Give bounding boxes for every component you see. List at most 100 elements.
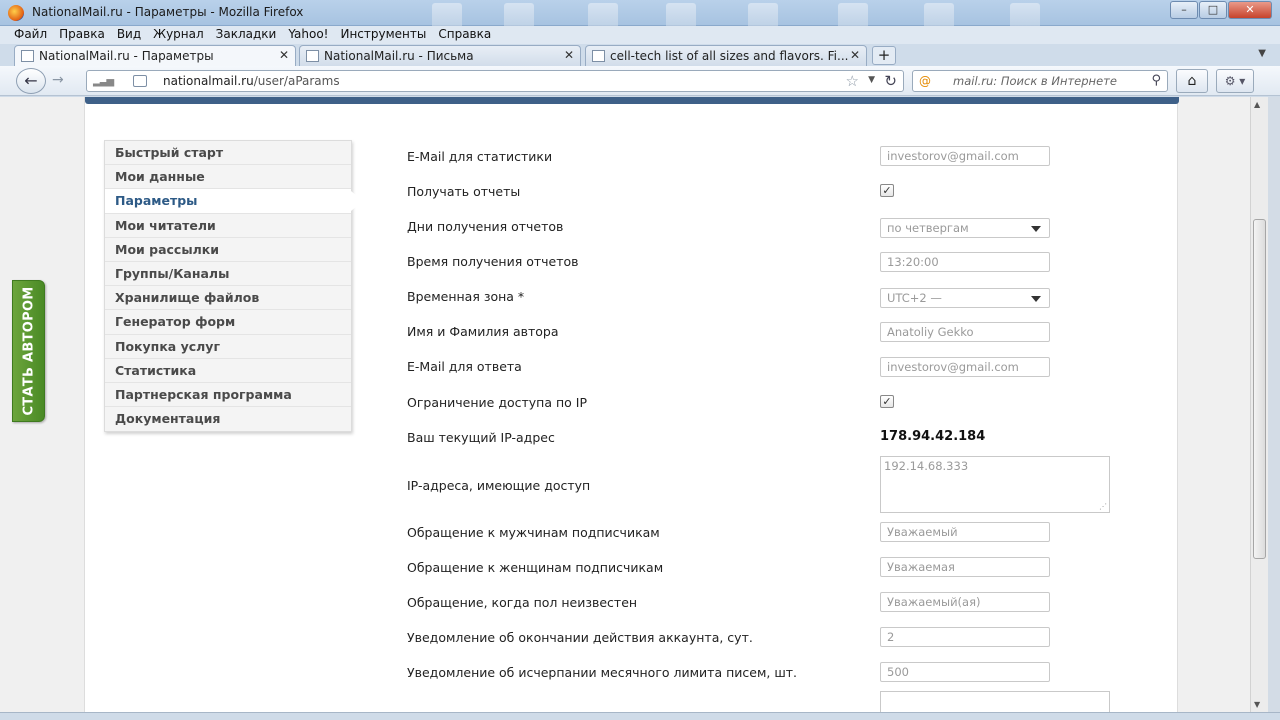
menu-yahoo[interactable]: Yahoo! (282, 26, 334, 44)
signal-icon: ▂▃▅ (93, 76, 114, 87)
become-author-label: СТАТЬ АВТОРОМ (21, 286, 36, 416)
navigation-toolbar: ← → ▂▃▅ nationalmail.ru/user/aParams ☆ ▼… (0, 66, 1280, 96)
back-button[interactable]: ← (16, 68, 46, 94)
menu-item-my-mailings[interactable]: Мои рассылки (105, 238, 351, 262)
close-tab-icon[interactable]: ✕ (564, 48, 574, 62)
menu-item-groups-channels[interactable]: Группы/Каналы (105, 262, 351, 287)
account-expiry-field[interactable]: 2 (880, 627, 1050, 647)
tab-label: cell-tech list of all sizes and flavors.… (610, 49, 849, 63)
firefox-icon (8, 5, 24, 21)
menu-item-partner-program[interactable]: Партнерская программа (105, 383, 351, 408)
page-scrollbar[interactable]: ▲ ▼ (1250, 97, 1268, 712)
report-time-field[interactable]: 13:20:00 (880, 252, 1050, 272)
menubar: Файл Правка Вид Журнал Закладки Yahoo! И… (0, 26, 1280, 44)
menu-history[interactable]: Журнал (147, 26, 210, 44)
menu-view[interactable]: Вид (111, 26, 147, 44)
report-days-select[interactable]: по четвергам (880, 218, 1050, 238)
tools-button[interactable]: ⚙ ▾ (1216, 69, 1254, 93)
menu-item-parameters[interactable]: Параметры (105, 189, 363, 214)
tab-cell-tech[interactable]: cell-tech list of all sizes and flavors.… (585, 45, 867, 66)
menu-item-file-storage[interactable]: Хранилище файлов (105, 286, 351, 311)
greeting-unknown-label: Обращение, когда пол неизвестен (407, 595, 638, 610)
greeting-female-label: Обращение к женщинам подписчикам (407, 560, 664, 575)
menu-item-documentation[interactable]: Документация (105, 407, 351, 431)
maximize-button[interactable]: □ (1199, 1, 1227, 19)
minimize-button[interactable]: – (1170, 1, 1198, 19)
next-textarea[interactable] (880, 691, 1110, 712)
close-window-button[interactable]: ✕ (1228, 1, 1272, 19)
stats-email-label: E-Mail для статистики (407, 149, 553, 164)
close-tab-icon[interactable]: ✕ (279, 48, 289, 62)
menu-tools[interactable]: Инструменты (334, 26, 432, 44)
address-bar[interactable]: ▂▃▅ nationalmail.ru/user/aParams ☆ ▼ ↻ (86, 70, 904, 92)
report-days-label: Дни получения отчетов (407, 219, 564, 234)
tab-label: NationalMail.ru - Параметры (39, 49, 214, 63)
current-ip-value: 178.94.42.184 (880, 429, 986, 444)
resize-grip-icon[interactable]: ⋰ (1099, 502, 1107, 511)
forward-button[interactable]: → (52, 72, 64, 88)
author-name-label: Имя и Фамилия автора (407, 324, 559, 339)
reply-email-label: E-Mail для ответа (407, 359, 522, 374)
become-author-tab[interactable]: СТАТЬ АВТОРОМ (12, 280, 45, 422)
list-all-tabs-icon[interactable]: ▼ (1258, 48, 1266, 59)
menu-item-statistics[interactable]: Статистика (105, 359, 351, 383)
search-placeholder: mail.ru: Поиск в Интернете (953, 74, 1117, 88)
monthly-limit-field[interactable]: 500 (880, 662, 1050, 682)
reply-email-field[interactable]: investorov@gmail.com (880, 357, 1050, 377)
monthly-limit-label: Уведомление об исчерпании месячного лими… (407, 665, 798, 680)
page-icon (592, 50, 605, 62)
timezone-select[interactable]: UTC+2 — (880, 288, 1050, 308)
page-icon (21, 50, 34, 62)
menu-item-quick-start[interactable]: Быстрый старт (105, 141, 351, 166)
author-name-field[interactable]: Anatoliy Gekko (880, 322, 1050, 342)
greeting-unknown-field[interactable]: Уважаемый(ая) (880, 592, 1050, 612)
receive-reports-checkbox[interactable]: ✓ (880, 184, 894, 197)
current-ip-label: Ваш текущий IP-адрес (407, 430, 555, 445)
scrollbar-thumb[interactable] (1253, 219, 1266, 559)
page-viewport: СТАТЬ АВТОРОМ Быстрый старт Мои данные П… (0, 97, 1250, 712)
search-bar[interactable]: @ mail.ru: Поиск в Интернете ⚲ (912, 70, 1168, 92)
menu-help[interactable]: Справка (432, 26, 497, 44)
new-tab-button[interactable]: + (872, 46, 896, 65)
chevron-down-icon[interactable]: ▼ (868, 75, 875, 85)
stats-email-field[interactable]: investorov@gmail.com (880, 146, 1050, 166)
menu-item-buy-services[interactable]: Покупка услуг (105, 335, 351, 359)
tab-letters[interactable]: NationalMail.ru - Письма ✕ (299, 45, 581, 66)
site-identity-icon[interactable] (133, 75, 147, 87)
scroll-up-icon[interactable]: ▲ (1254, 100, 1260, 109)
ip-restriction-checkbox[interactable]: ✓ (880, 395, 894, 408)
greeting-male-label: Обращение к мужчинам подписчикам (407, 525, 660, 540)
reload-icon[interactable]: ↻ (884, 72, 897, 90)
receive-reports-label: Получать отчеты (407, 184, 521, 199)
account-expiry-label: Уведомление об окончании действия аккаун… (407, 630, 753, 645)
tab-label: NationalMail.ru - Письма (324, 49, 474, 63)
page-header-strip (85, 97, 1179, 104)
report-time-label: Время получения отчетов (407, 254, 579, 269)
menu-item-my-readers[interactable]: Мои читатели (105, 214, 351, 238)
allowed-ips-label: IP-адреса, имеющие доступ (407, 478, 591, 493)
menu-bookmarks[interactable]: Закладки (210, 26, 283, 44)
menu-file[interactable]: Файл (8, 26, 53, 44)
greeting-female-field[interactable]: Уважаемая (880, 557, 1050, 577)
timezone-label: Временная зона * (407, 289, 525, 304)
greeting-male-field[interactable]: Уважаемый (880, 522, 1050, 542)
search-engine-icon[interactable]: @ (919, 74, 931, 88)
status-bar (0, 712, 1280, 720)
menu-item-form-generator[interactable]: Генератор форм (105, 310, 351, 335)
close-tab-icon[interactable]: ✕ (850, 48, 860, 62)
menu-edit[interactable]: Правка (53, 26, 111, 44)
allowed-ips-textarea[interactable]: 192.14.68.333 ⋰ (880, 456, 1110, 513)
ip-restriction-label: Ограничение доступа по IP (407, 395, 587, 410)
menu-item-my-data[interactable]: Мои данные (105, 165, 351, 190)
page-icon (306, 50, 319, 62)
scroll-down-icon[interactable]: ▼ (1254, 700, 1260, 709)
tab-parameters[interactable]: NationalMail.ru - Параметры ✕ (14, 45, 296, 66)
home-button[interactable]: ⌂ (1176, 69, 1208, 93)
search-icon[interactable]: ⚲ (1151, 73, 1161, 88)
url-text[interactable]: nationalmail.ru/user/aParams (163, 74, 340, 88)
window-title: NationalMail.ru - Параметры - Mozilla Fi… (32, 5, 304, 19)
settings-side-menu: Быстрый старт Мои данные Параметры Мои ч… (104, 140, 363, 433)
allowed-ips-value: 192.14.68.333 (884, 459, 969, 473)
bookmark-star-icon[interactable]: ☆ (846, 72, 859, 90)
tabbar: NationalMail.ru - Параметры ✕ NationalMa… (0, 44, 1280, 66)
